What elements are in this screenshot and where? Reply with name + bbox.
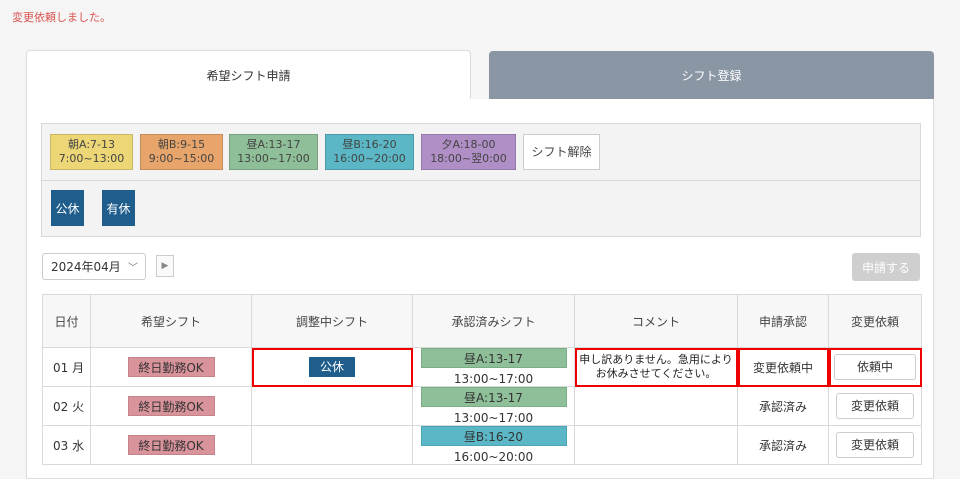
wish-cell[interactable]: 終日勤務OK bbox=[90, 425, 252, 465]
leave-public-holiday-button[interactable]: 公休 bbox=[51, 190, 84, 226]
month-select-value: 2024年04月 bbox=[51, 260, 121, 274]
header-comment: コメント bbox=[574, 294, 738, 348]
wish-badge: 終日勤務OK bbox=[127, 357, 215, 377]
comment-line: 申し訳ありません。急用により bbox=[579, 353, 733, 366]
requesting-button[interactable]: 依頼中 bbox=[833, 354, 916, 380]
change-request-button[interactable]: 変更依頼 bbox=[835, 393, 914, 419]
table-row: 01 月 終日勤務OK 公休 昼A:13-17 13:00~17:00 申し訳あ… bbox=[42, 347, 922, 387]
shift-chip-time: 9:00~15:00 bbox=[148, 152, 215, 165]
shift-chip-name: 昼A:13-17 bbox=[246, 138, 301, 151]
shift-chip-morning-a[interactable]: 朝A:7-13 7:00~13:00 bbox=[50, 134, 133, 170]
shift-chip-name: 夕A:18-00 bbox=[441, 138, 496, 151]
shift-chip-time: 18:00~翌0:00 bbox=[430, 152, 507, 165]
header-wish-shift: 希望シフト bbox=[90, 294, 252, 348]
date-cell: 01 月 bbox=[42, 347, 91, 387]
comment-line: お休みさせてください。 bbox=[595, 367, 717, 380]
table-row: 02 火 終日勤務OK 昼A:13-17 13:00~17:00 承認済み 変更… bbox=[42, 386, 922, 426]
leave-paid-holiday-button[interactable]: 有休 bbox=[102, 190, 135, 226]
date-cell: 03 水 bbox=[42, 425, 91, 465]
action-cell: 変更依頼 bbox=[828, 425, 922, 465]
shift-chip-time: 7:00~13:00 bbox=[58, 152, 125, 165]
month-select[interactable]: 2024年04月 ﹀ bbox=[42, 253, 146, 280]
wish-badge: 終日勤務OK bbox=[127, 435, 215, 455]
shift-chip-day-b[interactable]: 昼B:16-20 16:00~20:00 bbox=[325, 134, 414, 170]
flash-message: 変更依頼しました。 bbox=[12, 11, 111, 24]
action-cell: 変更依頼 bbox=[828, 386, 922, 426]
header-adjusting-shift: 調整中シフト bbox=[251, 294, 413, 348]
change-request-button[interactable]: 変更依頼 bbox=[835, 432, 914, 458]
shift-chip-time: 16:00~20:00 bbox=[333, 152, 406, 165]
approved-badge: 昼A:13-17 13:00~17:00 bbox=[420, 348, 567, 386]
play-icon: ▶ bbox=[161, 261, 169, 271]
header-date: 日付 bbox=[42, 294, 91, 348]
divider bbox=[42, 180, 920, 181]
shift-chip-evening-a[interactable]: 夕A:18-00 18:00~翌0:00 bbox=[421, 134, 516, 170]
action-cell: 依頼中 bbox=[828, 347, 922, 387]
shift-clear-button[interactable]: シフト解除 bbox=[523, 134, 600, 170]
adjusting-cell[interactable] bbox=[251, 386, 413, 426]
comment-cell bbox=[574, 425, 738, 465]
approved-badge: 昼A:13-17 13:00~17:00 bbox=[420, 387, 567, 425]
approved-cell: 昼B:16-20 16:00~20:00 bbox=[412, 425, 575, 465]
approved-cell: 昼A:13-17 13:00~17:00 bbox=[412, 347, 575, 387]
shift-request-panel: 朝A:7-13 7:00~13:00 朝B:9-15 9:00~15:00 昼A… bbox=[26, 99, 934, 479]
shift-chip-name: 朝A:7-13 bbox=[67, 138, 115, 151]
shift-chip-day-a[interactable]: 昼A:13-17 13:00~17:00 bbox=[229, 134, 318, 170]
adjusting-cell[interactable] bbox=[251, 425, 413, 465]
shift-chip-morning-b[interactable]: 朝B:9-15 9:00~15:00 bbox=[140, 134, 223, 170]
date-cell: 02 火 bbox=[42, 386, 91, 426]
approved-cell: 昼A:13-17 13:00~17:00 bbox=[412, 386, 575, 426]
tab-bar: 希望シフト申請 シフト登録 bbox=[26, 50, 934, 100]
comment-cell bbox=[574, 386, 738, 426]
next-month-button[interactable]: ▶ bbox=[156, 255, 174, 277]
shift-table: 日付 希望シフト 調整中シフト 承認済みシフト コメント 申請承認 変更依頼 0… bbox=[42, 294, 922, 465]
tab-shift-request[interactable]: 希望シフト申請 bbox=[26, 50, 471, 100]
header-approval: 申請承認 bbox=[737, 294, 829, 348]
adjusting-cell[interactable]: 公休 bbox=[251, 347, 413, 387]
status-cell: 承認済み bbox=[737, 386, 829, 426]
wish-cell[interactable]: 終日勤務OK bbox=[90, 386, 252, 426]
table-row: 03 水 終日勤務OK 昼B:16-20 16:00~20:00 承認済み 変更… bbox=[42, 425, 922, 465]
header-change-request: 変更依頼 bbox=[828, 294, 922, 348]
status-cell: 承認済み bbox=[737, 425, 829, 465]
adjusting-badge: 公休 bbox=[309, 357, 355, 377]
header-approved-shift: 承認済みシフト bbox=[412, 294, 575, 348]
shift-chip-name: 昼B:16-20 bbox=[342, 138, 397, 151]
shift-chip-name: 朝B:9-15 bbox=[157, 138, 206, 151]
status-cell: 変更依頼中 bbox=[737, 347, 829, 387]
shift-chip-time: 13:00~17:00 bbox=[237, 152, 310, 165]
chevron-down-icon: ﹀ bbox=[128, 263, 138, 274]
shift-palette: 朝A:7-13 7:00~13:00 朝B:9-15 9:00~15:00 昼A… bbox=[41, 123, 921, 237]
table-header-row: 日付 希望シフト 調整中シフト 承認済みシフト コメント 申請承認 変更依頼 bbox=[42, 294, 922, 348]
tab-shift-registration[interactable]: シフト登録 bbox=[489, 51, 934, 100]
wish-badge: 終日勤務OK bbox=[127, 396, 215, 416]
wish-cell[interactable]: 終日勤務OK bbox=[90, 347, 252, 387]
comment-cell: 申し訳ありません。急用により お休みさせてください。 bbox=[574, 347, 738, 387]
submit-button[interactable]: 申請する bbox=[852, 253, 920, 281]
approved-badge: 昼B:16-20 16:00~20:00 bbox=[420, 426, 567, 464]
